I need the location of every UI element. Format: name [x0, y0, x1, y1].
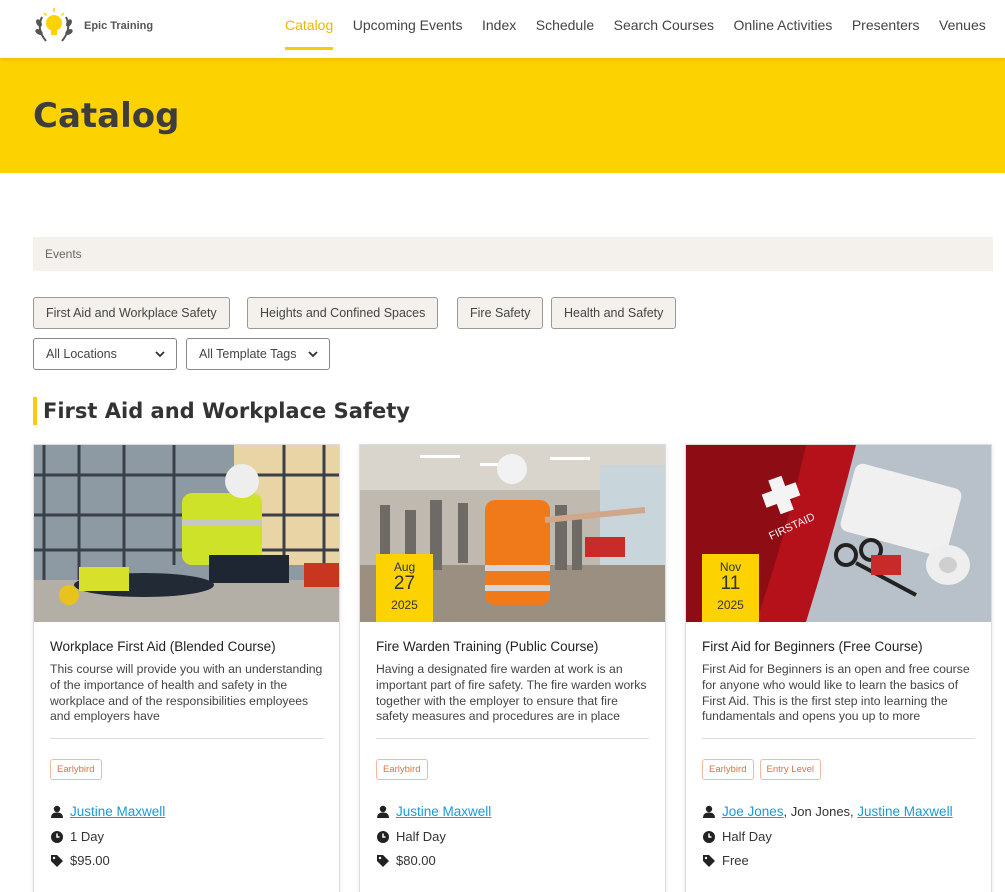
course-card[interactable]: FIRSTAID Nov 11 2025 First Aid for Begin…	[685, 444, 992, 892]
hero-banner: Catalog	[0, 58, 1005, 173]
clock-icon	[377, 830, 389, 843]
category-fire-safety-button[interactable]: Fire Safety	[457, 297, 544, 329]
tag-icon	[703, 854, 715, 867]
date-badge: Aug 27 2025	[376, 554, 433, 622]
tag-earlybird: Earlybird	[50, 759, 102, 780]
template-tags-select[interactable]: All Template Tags	[186, 338, 330, 370]
nav-online-activities[interactable]: Online Activities	[734, 0, 833, 58]
date-month: Nov	[719, 560, 742, 574]
presenter-name: Jon Jones	[790, 804, 851, 819]
presenter-link[interactable]: Justine Maxwell	[70, 804, 165, 819]
nav-index[interactable]: Index	[482, 0, 516, 58]
course-title[interactable]: First Aid for Beginners (Free Course)	[702, 639, 923, 654]
nav-upcoming-events[interactable]: Upcoming Events	[353, 0, 463, 58]
nav-schedule[interactable]: Schedule	[536, 0, 594, 58]
duration: Half Day	[702, 829, 772, 844]
tag-list: Earlybird	[376, 759, 434, 780]
tag-icon	[51, 854, 63, 867]
course-title[interactable]: Fire Warden Training (Public Course)	[376, 639, 598, 654]
logo[interactable]: Epic Training	[32, 5, 153, 47]
date-month: Aug	[393, 560, 416, 574]
tag-list: Earlybird Entry Level	[702, 759, 827, 780]
location-select[interactable]: All Locations	[33, 338, 177, 370]
clock-icon	[51, 830, 63, 843]
price-value: $95.00	[70, 853, 110, 868]
course-description: Having a designated fire warden at work …	[376, 662, 647, 724]
presenter-link[interactable]: Joe Jones	[722, 804, 784, 819]
presenter-link[interactable]: Justine Maxwell	[396, 804, 491, 819]
category-health-safety-button[interactable]: Health and Safety	[551, 297, 677, 329]
price: Free	[702, 853, 749, 868]
location-select-value: All Locations	[46, 347, 117, 361]
user-icon	[51, 805, 63, 818]
nav-search-courses[interactable]: Search Courses	[614, 0, 714, 58]
presenter-link[interactable]: Justine Maxwell	[857, 804, 952, 819]
tag-earlybird: Earlybird	[376, 759, 428, 780]
category-heights-button[interactable]: Heights and Confined Spaces	[247, 297, 439, 329]
date-year: 2025	[391, 598, 418, 612]
clock-icon	[703, 830, 715, 843]
breadcrumb: Events	[33, 237, 993, 271]
nav-presenters[interactable]: Presenters	[852, 0, 920, 58]
site-header: Epic Training Catalog Upcoming Events In…	[0, 0, 1005, 58]
chevron-down-icon	[307, 348, 319, 360]
date-day: 27	[393, 573, 416, 594]
brand-name: Epic Training	[84, 20, 154, 32]
presenters: Justine Maxwell	[50, 804, 165, 819]
main-nav: Catalog Upcoming Events Index Schedule S…	[285, 0, 1005, 58]
nav-venues[interactable]: Venues	[939, 0, 986, 58]
template-tags-select-value: All Template Tags	[199, 347, 297, 361]
duration-value: 1 Day	[70, 829, 104, 844]
divider	[702, 738, 975, 739]
price: $80.00	[376, 853, 436, 868]
course-description: This course will provide you with an und…	[50, 662, 323, 724]
divider	[376, 738, 649, 739]
nav-catalog[interactable]: Catalog	[285, 0, 334, 58]
course-image[interactable]: FIRSTAID Nov 11 2025	[686, 445, 991, 622]
category-first-aid-button[interactable]: First Aid and Workplace Safety	[33, 297, 230, 329]
date-year: 2025	[717, 598, 744, 612]
tag-list: Earlybird	[50, 759, 108, 780]
duration-value: Half Day	[722, 829, 772, 844]
course-title[interactable]: Workplace First Aid (Blended Course)	[50, 639, 276, 654]
price-value: $80.00	[396, 853, 436, 868]
course-image[interactable]	[34, 445, 339, 622]
chevron-down-icon	[155, 351, 165, 358]
logo-icon	[35, 8, 73, 42]
page-title: Catalog	[33, 96, 180, 136]
presenters: Justine Maxwell	[376, 804, 491, 819]
user-icon	[377, 805, 389, 818]
section-heading: First Aid and Workplace Safety	[33, 397, 410, 425]
course-image[interactable]: Aug 27 2025	[360, 445, 665, 622]
breadcrumb-label: Events	[45, 247, 82, 261]
date-day: 11	[720, 573, 741, 594]
user-icon	[703, 805, 715, 818]
course-card[interactable]: Workplace First Aid (Blended Course) Thi…	[33, 444, 340, 892]
worker-first-aid-photo	[34, 445, 339, 622]
duration: Half Day	[376, 829, 446, 844]
duration: 1 Day	[50, 829, 104, 844]
date-badge: Nov 11 2025	[702, 554, 759, 622]
presenters: Joe Jones, Jon Jones, Justine Maxwell	[702, 804, 953, 819]
divider	[50, 738, 323, 739]
price: $95.00	[50, 853, 110, 868]
tag-icon	[377, 854, 389, 867]
course-card[interactable]: Aug 27 2025 Fire Warden Training (Public…	[359, 444, 666, 892]
tag-entry-level: Entry Level	[759, 759, 822, 780]
tag-earlybird: Earlybird	[702, 759, 754, 780]
duration-value: Half Day	[396, 829, 446, 844]
price-value: Free	[722, 853, 749, 868]
course-description: First Aid for Beginners is an open and f…	[702, 662, 970, 724]
